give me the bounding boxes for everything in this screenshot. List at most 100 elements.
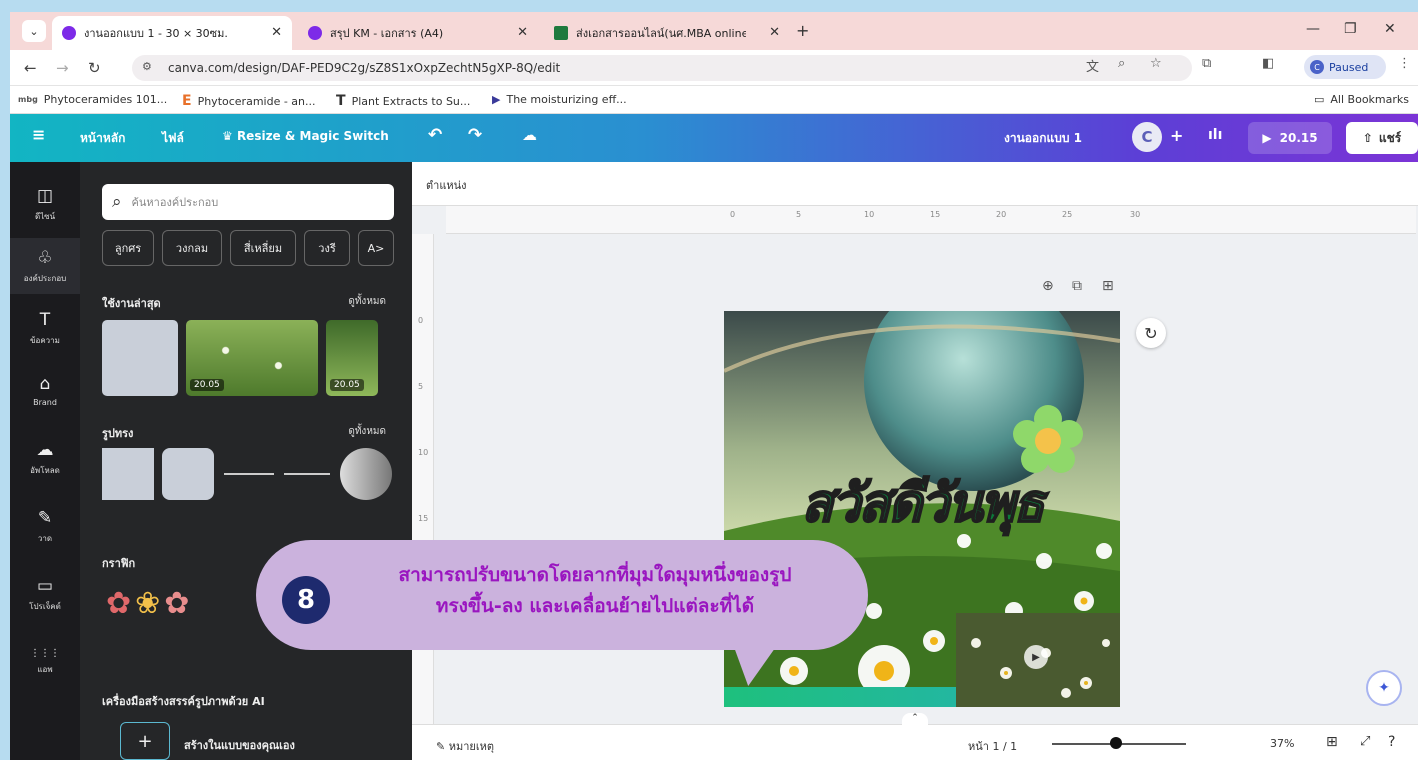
chip-circle[interactable]: วงกลม xyxy=(162,230,222,266)
rail-text[interactable]: T ข้อความ xyxy=(10,300,80,356)
ruler-tick: 5 xyxy=(418,382,424,391)
forward-icon[interactable]: → xyxy=(56,59,69,77)
side-panel-icon[interactable]: ◧ xyxy=(1262,56,1274,71)
redo-icon[interactable]: ↷ xyxy=(468,125,482,145)
bookmark-item[interactable]: mbg Phytoceramides 101... xyxy=(18,93,167,106)
chip-oval[interactable]: วงรี xyxy=(304,230,350,266)
chip-arrow[interactable]: ลูกศร xyxy=(102,230,154,266)
help-icon[interactable]: ? xyxy=(1388,734,1395,750)
green-banner[interactable] xyxy=(724,687,956,707)
fullscreen-icon[interactable]: ⤢ xyxy=(1360,734,1370,749)
video-duration: 20.05 xyxy=(190,379,224,391)
shape-arrow-line[interactable] xyxy=(284,473,330,475)
notes-button[interactable]: ✎ หมายเหตุ xyxy=(436,737,494,755)
recent-square[interactable] xyxy=(102,320,178,396)
chip-more[interactable]: A> xyxy=(358,230,394,266)
zoom-icon[interactable]: ⌕ xyxy=(1118,56,1125,71)
menu-kebab-icon[interactable]: ⋮ xyxy=(1398,56,1411,71)
page-indicator[interactable]: หน้า 1 / 1 xyxy=(968,737,1017,755)
extensions-icon[interactable]: ⧉ xyxy=(1202,56,1211,71)
search-input[interactable]: ⌕ ค้นหาองค์ประกอบ xyxy=(102,184,394,220)
bookmarks-bar: mbg Phytoceramides 101... E Phytoceramide … xyxy=(10,86,1418,114)
profile-button[interactable]: C Paused xyxy=(1304,55,1386,79)
rotate-handle-icon[interactable]: ↻ xyxy=(1136,318,1166,348)
bookmark-label: Phytoceramide - an... xyxy=(197,94,316,108)
reload-icon[interactable]: ↻ xyxy=(88,59,101,77)
bookmark-label: Phytoceramides 101... xyxy=(43,93,168,106)
rail-brand[interactable]: ⌂ Brand xyxy=(10,362,80,418)
zoom-level[interactable]: 37% xyxy=(1270,737,1294,750)
tab-canva-design[interactable]: งานออกแบบ 1 - 30 × 30ซม. ✕ xyxy=(52,16,292,50)
shape-square[interactable] xyxy=(102,448,154,500)
tab-km-summary[interactable]: สรุป KM - เอกสาร (A4) ✕ xyxy=(298,16,538,50)
back-icon[interactable]: ← xyxy=(24,59,37,77)
present-button[interactable]: ▶ 20.15 xyxy=(1248,122,1332,154)
close-icon[interactable]: ✕ xyxy=(769,25,780,40)
insights-icon[interactable]: ılı xyxy=(1208,127,1222,143)
design-name[interactable]: งานออกแบบ 1 xyxy=(1004,129,1082,148)
shape-line[interactable] xyxy=(224,473,274,475)
search-icon: ⌕ xyxy=(112,192,122,212)
add-collaborator-icon[interactable]: + xyxy=(1170,126,1183,145)
translate-icon[interactable]: 文 xyxy=(1086,56,1099,75)
position-title[interactable]: ตำแหน่ง xyxy=(426,176,467,194)
recent-flower-video[interactable]: 20.05 xyxy=(326,320,378,396)
add-page-icon[interactable]: ⊞ xyxy=(1102,278,1114,294)
rail-elements[interactable]: ♧ องค์ประกอบ xyxy=(10,238,80,294)
lock-icon[interactable]: ⊕ xyxy=(1042,278,1054,294)
expand-pages-icon[interactable]: ⌃ xyxy=(902,713,928,727)
text-icon: T xyxy=(39,309,51,330)
share-button[interactable]: ⇧ แชร์ xyxy=(1346,122,1418,154)
callout-line-2: ทรงขึ้น-ลง และเคลื่อนย้ายไปแต่ละที่ได้ xyxy=(435,595,755,617)
see-all-link[interactable]: ดูทั้งหมด xyxy=(348,424,386,439)
chip-square[interactable]: สี่เหลี่ยม xyxy=(230,230,296,266)
minimize-icon[interactable]: — xyxy=(1306,21,1320,37)
hamburger-icon[interactable]: ≡ xyxy=(32,125,45,144)
video-element[interactable]: ▶ xyxy=(956,613,1120,707)
bookmark-label: Plant Extracts to Su... xyxy=(351,94,471,108)
zoom-slider-knob[interactable] xyxy=(1110,737,1122,749)
see-all-link[interactable]: ดูทั้งหมด xyxy=(348,294,386,309)
bookmark-item[interactable]: E Phytoceramide - an... xyxy=(182,93,316,109)
duplicate-icon[interactable]: ⧉ xyxy=(1072,278,1082,294)
avatar[interactable]: C xyxy=(1132,122,1162,152)
window-close-icon[interactable]: ✕ xyxy=(1384,21,1396,37)
new-tab-button[interactable]: + xyxy=(796,21,809,40)
close-icon[interactable]: ✕ xyxy=(517,25,528,40)
profile-status: Paused xyxy=(1329,60,1369,74)
rail-draw[interactable]: ✎ วาด xyxy=(10,498,80,554)
all-bookmarks[interactable]: ▭ All Bookmarks xyxy=(1314,93,1409,106)
rail-design[interactable]: ◫ ดีไซน์ xyxy=(10,176,80,232)
video-duration: 20.05 xyxy=(330,379,364,391)
ai-create-label[interactable]: สร้างในแบบของคุณเอง xyxy=(184,736,295,754)
resize-magic-switch[interactable]: ♛ Resize & Magic Switch xyxy=(222,129,389,143)
ai-create-plus-icon[interactable]: + xyxy=(120,722,170,760)
magic-assistant-icon[interactable]: ✦ xyxy=(1366,670,1402,706)
graphics-flowers[interactable]: ✿❀✿ xyxy=(106,586,193,621)
rail-uploads[interactable]: ☁ อัพโหลด xyxy=(10,430,80,486)
artwork-text[interactable]: สวัสดีวันพุธ xyxy=(724,461,1120,544)
file-menu[interactable]: ไฟล์ xyxy=(162,129,184,148)
restore-icon[interactable]: ❐ xyxy=(1344,21,1357,37)
bookmark-item[interactable]: T Plant Extracts to Su... xyxy=(336,93,470,109)
url-field[interactable]: ⚙ canva.com/design/DAF-PED9C2g/sZ8S1xOxp… xyxy=(132,55,1192,81)
ai-tools-title: เครื่องมือสร้างสรรค์รูปภาพด้วย AI xyxy=(102,695,265,708)
grid-view-icon[interactable]: ⊞ xyxy=(1326,734,1338,750)
undo-icon[interactable]: ↶ xyxy=(428,125,442,145)
recent-chamomile-video[interactable]: 20.05 xyxy=(186,320,318,396)
shape-rounded-square[interactable] xyxy=(162,448,214,500)
home-link[interactable]: หน้าหลัก xyxy=(80,129,125,148)
ruler-tick: 0 xyxy=(730,210,736,219)
shape-gradient-circle[interactable] xyxy=(340,448,392,500)
bookmark-star-icon[interactable]: ☆ xyxy=(1150,56,1162,71)
tab-submit-docs[interactable]: ส่งเอกสารออนไลน์(นศ.MBA online ✕ xyxy=(544,16,790,50)
ruler-tick: 10 xyxy=(418,448,429,457)
rail-projects[interactable]: ▭ โปรเจ็คต์ xyxy=(10,566,80,622)
tab-search-button[interactable]: ⌄ xyxy=(22,20,46,42)
cloud-saved-icon[interactable]: ☁ xyxy=(522,126,537,144)
play-icon[interactable]: ▶ xyxy=(1024,645,1048,669)
site-info-icon[interactable]: ⚙ xyxy=(142,60,152,73)
rail-apps[interactable]: ⋮⋮⋮ แอพ xyxy=(10,634,80,690)
bookmark-item[interactable]: ▶ The moisturizing eff... xyxy=(492,93,627,106)
close-icon[interactable]: ✕ xyxy=(271,25,282,40)
